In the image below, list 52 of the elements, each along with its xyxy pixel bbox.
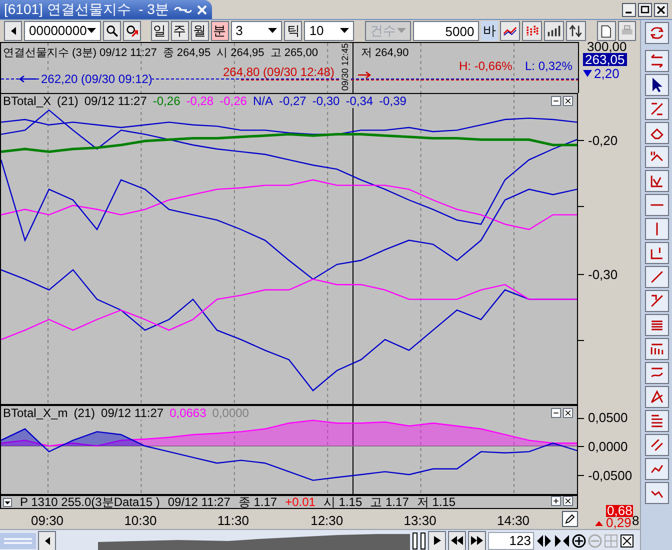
- indicator-name: P 1310 255.0(3분Data15 ): [20, 496, 160, 508]
- axis-label: 300,00: [587, 42, 627, 54]
- indicator-value: +0.01: [285, 496, 316, 508]
- indicator-value: -0,30: [312, 94, 340, 108]
- indicator-value: 고 1.17: [370, 496, 409, 508]
- high-percent-label: H: -0,66%: [459, 58, 512, 75]
- current-price-label: 263,05: [583, 53, 627, 66]
- indicator-period: (21): [57, 94, 78, 108]
- indicator-period: (21): [74, 406, 96, 420]
- axis-label: 0,0500: [588, 409, 628, 428]
- price-header-text: 고 265,00: [270, 46, 318, 61]
- axis-label: -0,30: [588, 266, 618, 284]
- cursor-time-label: 09/30 12:45: [340, 43, 350, 91]
- time-axis-label: 14:30: [497, 512, 530, 530]
- indicator-value: -0,27: [278, 94, 306, 108]
- low-marker-label: 262,20 (09/30 09:12): [41, 72, 152, 86]
- indicator-value: N/A: [252, 94, 273, 108]
- time-axis-label: 09:30: [31, 512, 64, 530]
- indicator-value: -0,28: [186, 94, 214, 108]
- time-axis-label: 11:30: [217, 512, 249, 530]
- indicator-value: -0,26: [152, 94, 180, 108]
- price-header-text: 저 264,90: [361, 46, 409, 61]
- axis-label: -0,20: [588, 132, 618, 150]
- high-marker-label: 264,80 (09/30 12:48): [223, 64, 334, 81]
- indicator-time: 09/12 11:27: [168, 496, 230, 508]
- price-header-text: 시 264,95: [216, 46, 264, 61]
- axis-label: 0,0000: [588, 438, 628, 456]
- indicator-name: BTotal_X_m: [3, 406, 68, 420]
- indicator-value: -0,39: [379, 94, 406, 108]
- indicator-value: -0,26: [220, 94, 247, 108]
- indicator-value: 0,0000: [212, 406, 249, 420]
- indicator-name: BTotal_X: [3, 94, 52, 108]
- indicator-value: 0,0663: [170, 406, 206, 420]
- window-title: [6101] 연결선물지수 - 3분: [4, 0, 169, 19]
- count-label: 8: [632, 515, 640, 527]
- indicator-value: 시 1.15: [323, 496, 362, 508]
- upper-value-label: 0,68: [606, 505, 634, 517]
- count-unit-label: 바: [481, 21, 498, 41]
- price-header-text: 종 264,95: [162, 46, 211, 61]
- price-change-label: 2,20: [594, 67, 620, 80]
- lower-value-label: 0,29: [606, 517, 632, 529]
- time-axis-label: 10:30: [124, 512, 157, 530]
- time-axis-label: 12:30: [310, 512, 344, 530]
- indicator-time: 09/12 11:27: [101, 406, 164, 420]
- indicator-time: 09/12 11:27: [84, 94, 147, 108]
- indicator-value: 저 1.15: [416, 496, 456, 508]
- price-header-text: 연결선물지수 (3분) 09/12 11:27: [3, 46, 157, 61]
- time-axis-label: 13:30: [404, 512, 436, 530]
- axis-label: -0,0500: [588, 466, 632, 485]
- indicator-value: -0,34: [346, 94, 374, 108]
- indicator-value: 종 1.17: [238, 496, 278, 508]
- low-percent-label: L: 0,32%: [525, 58, 572, 75]
